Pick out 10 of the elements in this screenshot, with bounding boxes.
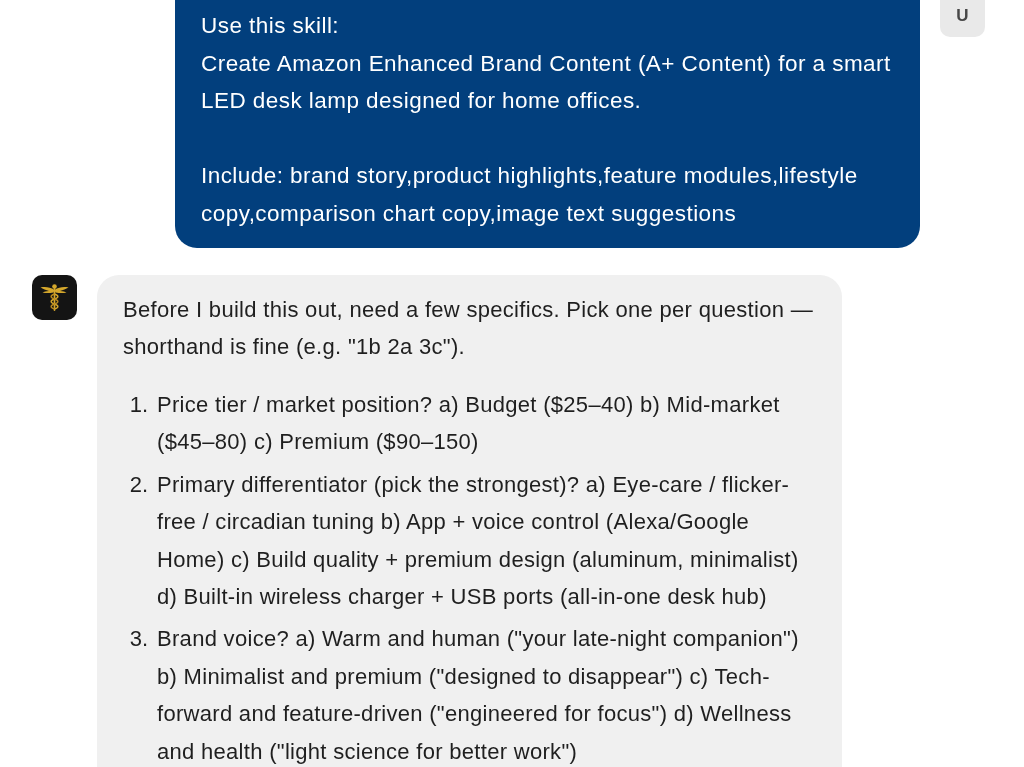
user-avatar: U bbox=[940, 0, 985, 37]
message-text: Use this skill: Create Amazon Enhanced Brand Content (A+ Content) for a smart LED desk lamp designed for home offices. Include: brand story,product highlights,feature modules,lifestyle copy,comparison chart copy,image text suggestions bbox=[201, 12, 892, 228]
list-item-text: Brand voice? a) Warm and human ("your late-night companion") b) Minimalist and premium ("designed to disappear") c) Tech-forward and feature-driven ("engineered for focus") d) Wellness and health ("light science for better work") bbox=[157, 625, 800, 766]
list-item-text: Primary differentiator (pick the strongest)? a) Eye-care / flicker-free / circadian tuning b) App + voice control (Alexa/Google Home) c) Build quality + premium design (aluminum, minimalist) d) Built-in wireless charger + USB ports (all-in-one desk hub) bbox=[157, 470, 800, 611]
list-item-text: Price tier / market position? a) Budget ($25–40) b) Mid-market ($45–80) c) Premium ($90–150) bbox=[157, 390, 781, 457]
caduceus-icon bbox=[32, 274, 77, 320]
list-number: 3. bbox=[128, 625, 149, 654]
message-text: Before I build this out, need a few specifics. Pick one per question — shorthand is fine (e.g. "1b 2a 3c"). bbox=[123, 295, 814, 361]
list-number: 1. bbox=[128, 390, 149, 419]
list-number: 2. bbox=[128, 470, 149, 499]
